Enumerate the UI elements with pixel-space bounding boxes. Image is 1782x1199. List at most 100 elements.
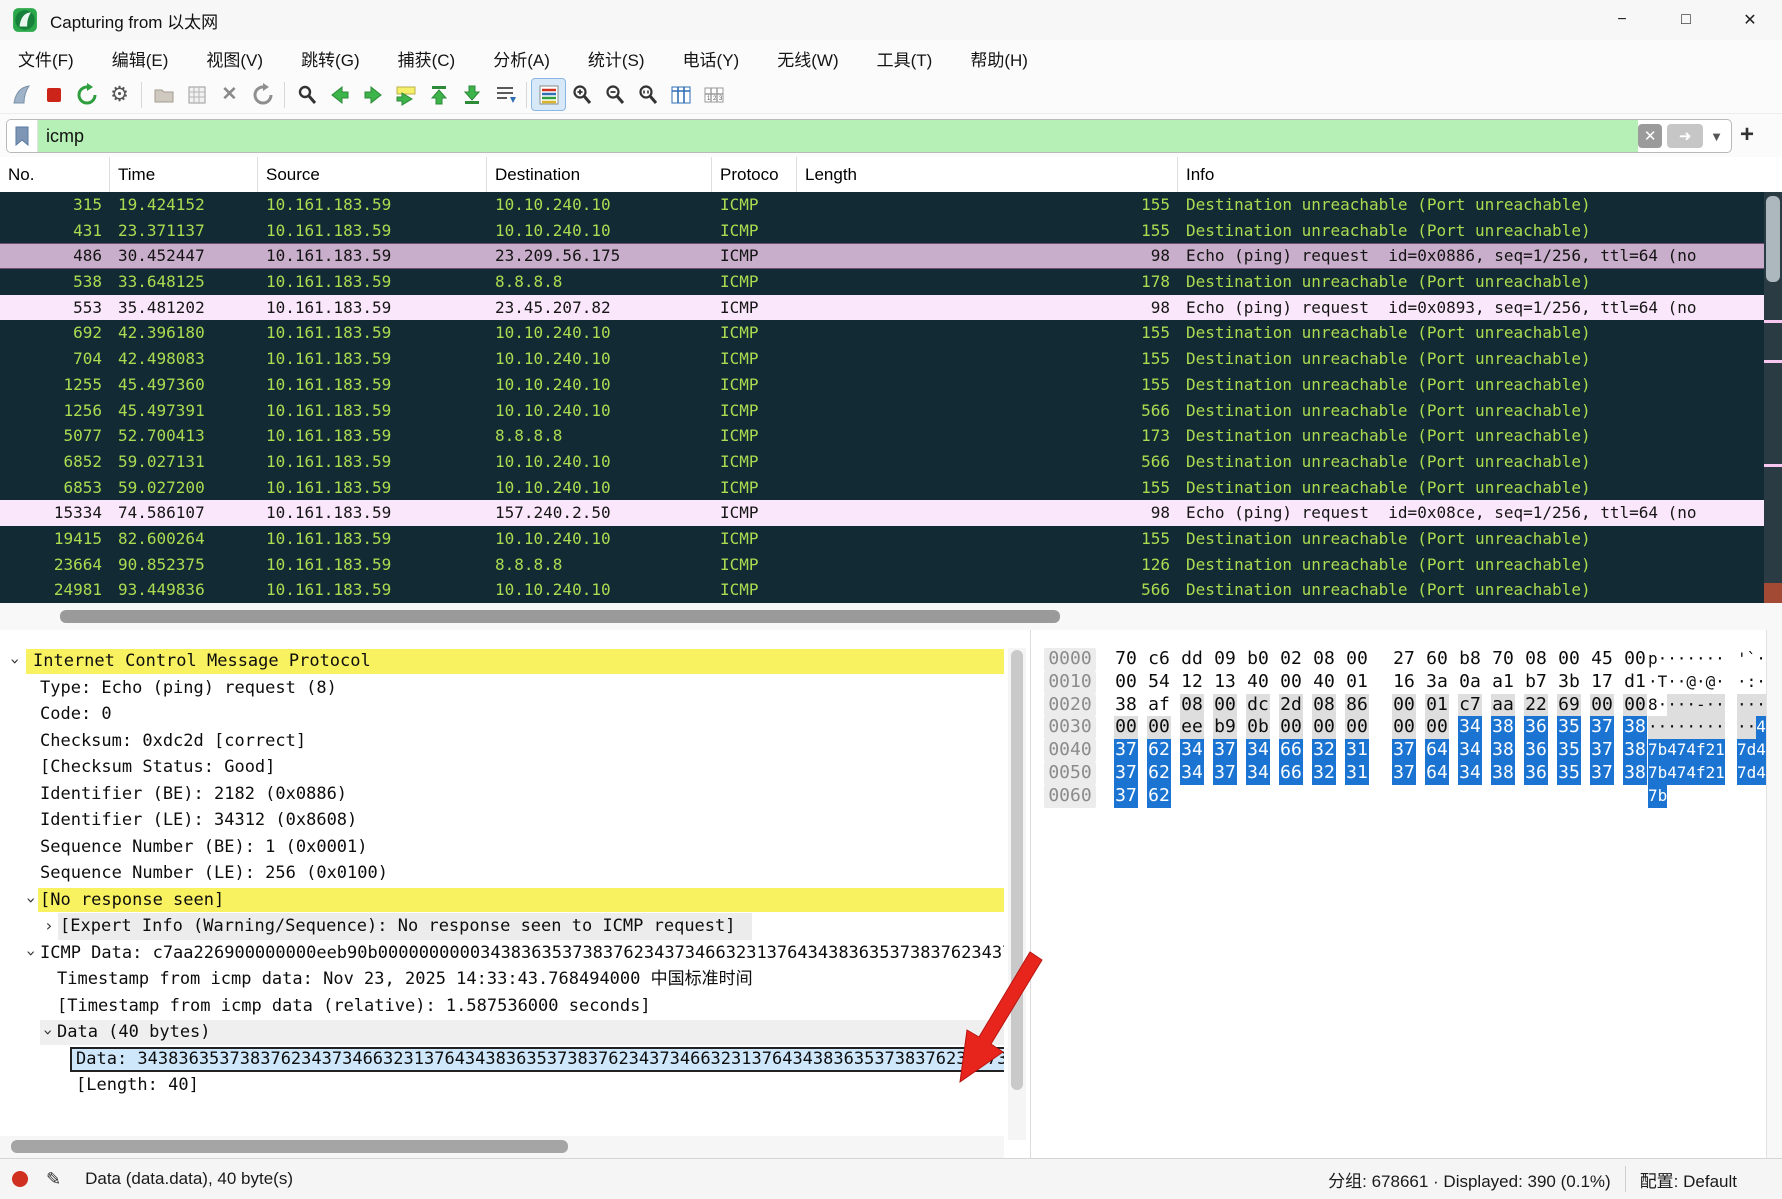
go-forward-icon[interactable] [356, 79, 389, 110]
column-header-source[interactable]: Source [258, 157, 487, 192]
scrollbar-thumb[interactable] [1766, 196, 1780, 282]
menu-item[interactable]: 统计(S) [584, 44, 649, 73]
hex-row[interactable]: 00100054121340004001163a0aa1b73b17d1·T··… [1032, 671, 1766, 694]
scrollbar-thumb[interactable] [1011, 650, 1023, 1090]
detail-row[interactable]: ›[No response seen] [0, 887, 1004, 914]
packet-row[interactable]: 1533474.58610710.161.183.59157.240.2.50I… [0, 500, 1764, 526]
packet-row[interactable]: 31519.42415210.161.183.5910.10.240.10ICM… [0, 192, 1764, 218]
detail-row[interactable]: [Checksum Status: Good] [0, 754, 1004, 781]
stop-capture-icon[interactable] [37, 79, 70, 110]
expand-chevron-icon[interactable]: › [2, 656, 29, 666]
start-capture-icon[interactable] [4, 79, 37, 110]
packet-row[interactable]: 685259.02713110.161.183.5910.10.240.10IC… [0, 449, 1764, 475]
column-header-length[interactable]: Length [797, 157, 1178, 192]
packet-row[interactable]: 48630.45244710.161.183.5923.209.56.175IC… [0, 243, 1764, 269]
expert-info-icon[interactable] [12, 1171, 28, 1187]
menu-item[interactable]: 工具(T) [873, 44, 937, 73]
go-back-icon[interactable] [323, 79, 356, 110]
restart-capture-icon[interactable] [70, 79, 103, 110]
column-header-protocol[interactable]: Protoco [712, 157, 797, 192]
column-header-no[interactable]: No. [0, 157, 110, 192]
detail-vertical-scrollbar[interactable] [1008, 648, 1026, 1140]
scrollbar-thumb[interactable] [60, 610, 1060, 623]
menu-item[interactable]: 捕获(C) [394, 44, 460, 73]
packet-row[interactable]: 125645.49739110.161.183.5910.10.240.10IC… [0, 398, 1764, 424]
packet-row[interactable]: 125545.49736010.161.183.5910.10.240.10IC… [0, 372, 1764, 398]
hex-row[interactable]: 000070c6dd09b00208002760b87008004500p···… [1032, 648, 1766, 671]
menu-item[interactable]: 电话(Y) [679, 44, 744, 73]
profile-status[interactable]: 配置: Default [1640, 1167, 1737, 1192]
hex-row[interactable]: 006037627b [1032, 785, 1766, 808]
capture-comment-icon[interactable]: ✎ [46, 1169, 61, 1190]
detail-row[interactable]: [Timestamp from icmp data (relative): 1.… [0, 993, 1004, 1020]
packet-row[interactable]: 507752.70041310.161.183.598.8.8.8ICMP173… [0, 423, 1764, 449]
packet-row[interactable]: 685359.02720010.161.183.5910.10.240.10IC… [0, 475, 1764, 501]
packet-row[interactable]: 70442.49808310.161.183.5910.10.240.10ICM… [0, 346, 1764, 372]
open-file-icon[interactable] [147, 79, 180, 110]
packet-row[interactable]: 1941582.60026410.161.183.5910.10.240.10I… [0, 526, 1764, 552]
packet-row[interactable]: 53833.64812510.161.183.598.8.8.8ICMP178D… [0, 269, 1764, 295]
hex-vertical-scrollbar[interactable] [1766, 630, 1782, 1158]
minimize-button[interactable]: − [1590, 0, 1654, 40]
packet-row[interactable]: 2498193.44983610.161.183.5910.10.240.10I… [0, 577, 1764, 603]
hex-row[interactable]: 002038af0800dc2d08860001c7aa226900008···… [1032, 694, 1766, 717]
expand-chevron-icon[interactable]: › [44, 913, 54, 940]
menu-item[interactable]: 帮助(H) [966, 44, 1032, 73]
auto-scroll-icon[interactable] [488, 79, 521, 110]
menu-item[interactable]: 分析(A) [489, 44, 554, 73]
maximize-button[interactable]: □ [1654, 0, 1718, 40]
columns-preset-icon[interactable]: 123 [697, 79, 730, 110]
detail-row[interactable]: [Length: 40] [0, 1072, 1004, 1099]
menu-item[interactable]: 无线(W) [773, 44, 842, 73]
detail-row[interactable]: ›Data (40 bytes) [0, 1019, 1004, 1046]
filter-bookmark-icon[interactable] [7, 120, 38, 152]
filter-add-button[interactable]: + [1740, 122, 1754, 148]
detail-row[interactable]: Data: 3438363537383762343734663231376434… [0, 1046, 1004, 1073]
capture-options-icon[interactable]: ⚙ [103, 79, 136, 110]
close-file-icon[interactable]: ✕ [213, 79, 246, 110]
zoom-out-icon[interactable] [598, 79, 631, 110]
detail-row[interactable]: Timestamp from icmp data: Nov 23, 2025 1… [0, 966, 1004, 993]
detail-row[interactable]: ›[Expert Info (Warning/Sequence): No res… [0, 913, 1004, 940]
packet-list-vertical-scrollbar[interactable] [1764, 192, 1782, 603]
column-header-info[interactable]: Info [1178, 157, 1782, 192]
detail-row[interactable]: Identifier (LE): 34312 (0x8608) [0, 807, 1004, 834]
scrollbar-thumb[interactable] [11, 1140, 568, 1153]
detail-row[interactable]: ›ICMP Data: c7aa226900000000eeb90b000000… [0, 940, 1004, 967]
hex-row[interactable]: 0040376234373466323137643438363537387b47… [1032, 739, 1766, 762]
detail-row[interactable]: Sequence Number (BE): 1 (0x0001) [0, 834, 1004, 861]
packet-row[interactable]: 43123.37113710.161.183.5910.10.240.10ICM… [0, 218, 1764, 244]
detail-row[interactable]: Sequence Number (LE): 256 (0x0100) [0, 860, 1004, 887]
filter-dropdown-caret-icon[interactable]: ▼ [1710, 129, 1723, 144]
display-filter-input[interactable]: icmp [38, 120, 1638, 152]
save-file-icon[interactable] [180, 79, 213, 110]
zoom-in-icon[interactable] [565, 79, 598, 110]
menu-item[interactable]: 文件(F) [14, 44, 78, 73]
filter-apply-icon[interactable]: ➜ [1667, 124, 1703, 148]
zoom-reset-icon[interactable] [631, 79, 664, 110]
menu-item[interactable]: 编辑(E) [108, 44, 173, 73]
detail-row[interactable]: Type: Echo (ping) request (8) [0, 675, 1004, 702]
detail-horizontal-scrollbar[interactable] [0, 1136, 1004, 1158]
hex-row[interactable]: 0050376234373466323137643438363537387b47… [1032, 762, 1766, 785]
detail-row[interactable]: Code: 0 [0, 701, 1004, 728]
detail-row[interactable]: Identifier (BE): 2182 (0x0886) [0, 781, 1004, 808]
go-to-top-icon[interactable] [422, 79, 455, 110]
go-to-bottom-icon[interactable] [455, 79, 488, 110]
go-to-packet-icon[interactable] [389, 79, 422, 110]
resize-columns-icon[interactable] [664, 79, 697, 110]
hex-row[interactable]: 00300000eeb90b0000000000343836353738····… [1032, 716, 1766, 739]
column-header-destination[interactable]: Destination [487, 157, 712, 192]
packet-row[interactable]: 69242.39618010.161.183.5910.10.240.10ICM… [0, 320, 1764, 346]
filter-clear-icon[interactable]: ✕ [1638, 124, 1662, 148]
detail-row[interactable]: Checksum: 0xdc2d [correct] [0, 728, 1004, 755]
find-packet-icon[interactable] [290, 79, 323, 110]
packet-row[interactable]: 55335.48120210.161.183.5923.45.207.82ICM… [0, 295, 1764, 321]
close-button[interactable]: ✕ [1718, 0, 1782, 40]
reload-file-icon[interactable] [246, 79, 279, 110]
column-header-time[interactable]: Time [110, 157, 258, 192]
detail-row[interactable]: ›Internet Control Message Protocol [0, 648, 1004, 675]
packet-row[interactable]: 2366490.85237510.161.183.598.8.8.8ICMP12… [0, 552, 1764, 578]
menu-item[interactable]: 视图(V) [202, 44, 267, 73]
menu-item[interactable]: 跳转(G) [297, 44, 364, 73]
